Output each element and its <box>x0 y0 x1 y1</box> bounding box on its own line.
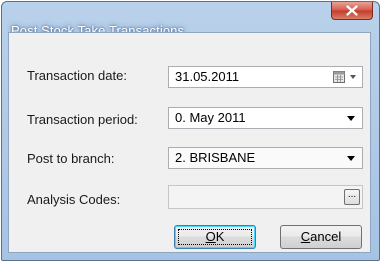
title-bar[interactable]: Post Stock Take Transactions <box>2 2 379 38</box>
ellipsis-icon[interactable]: ... <box>344 189 360 205</box>
analysis-codes-field[interactable]: ... <box>168 185 363 209</box>
chevron-down-icon[interactable] <box>350 75 356 79</box>
ok-button[interactable]: OK <box>174 225 256 249</box>
transaction-period-select[interactable]: 0. May 2011 <box>168 107 363 129</box>
cancel-button[interactable]: Cancel <box>280 225 362 249</box>
analysis-codes-browse-label: ... <box>347 189 357 200</box>
analysis-codes-label: Analysis Codes: <box>27 192 121 207</box>
cancel-label-rest: ancel <box>310 229 342 244</box>
transaction-date-label: Transaction date: <box>27 68 127 83</box>
chevron-down-icon[interactable] <box>347 116 355 121</box>
post-to-branch-value: 2. BRISBANE <box>175 150 256 165</box>
transaction-period-label: Transaction period: <box>27 112 138 127</box>
close-button[interactable] <box>331 2 373 20</box>
transaction-period-value: 0. May 2011 <box>175 110 246 125</box>
cancel-mnemonic: C <box>300 229 311 244</box>
calendar-icon[interactable] <box>333 71 345 83</box>
post-to-branch-label: Post to branch: <box>27 151 115 166</box>
transaction-date-value: 31.05.2011 <box>175 69 240 84</box>
focus-rectangle <box>178 229 252 245</box>
chevron-down-icon[interactable] <box>347 156 355 161</box>
transaction-date-picker[interactable]: 31.05.2011 <box>168 66 363 88</box>
post-to-branch-select[interactable]: 2. BRISBANE <box>168 147 363 169</box>
close-icon <box>346 5 358 16</box>
